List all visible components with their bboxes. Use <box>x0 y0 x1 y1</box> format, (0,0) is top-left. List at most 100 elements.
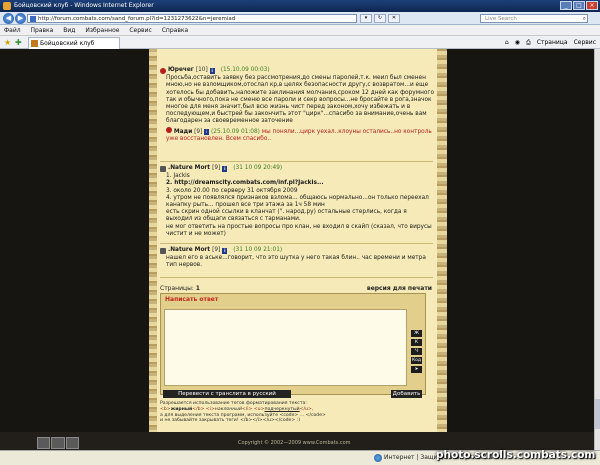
post-body: нашел его в аське...говорит, что это шут… <box>166 255 426 269</box>
tab-bar: ★ ✚ Бойцовский клуб ⌂ ◉ ⎙ Страница Серви… <box>0 36 600 49</box>
watermark-text: photo.scrolls.combats.com <box>436 449 596 461</box>
formatting-rules: Разрешается использование тегов форматир… <box>160 401 432 424</box>
tab-label: Бойцовский клуб <box>40 40 95 47</box>
post-level: [10] <box>195 67 208 73</box>
post-author[interactable]: Юречег <box>168 67 194 74</box>
menu-item-file[interactable]: Файл <box>4 27 21 34</box>
menu-item-edit[interactable]: Правка <box>31 27 54 34</box>
info-icon[interactable]: i <box>222 165 228 172</box>
post-divider <box>160 243 433 244</box>
close-button[interactable]: × <box>586 1 598 10</box>
page-icon <box>30 16 36 22</box>
counter-badge[interactable] <box>37 437 79 449</box>
counter-cell <box>51 437 65 449</box>
globe-icon <box>374 453 382 462</box>
address-text: http://forum.combats.com/sand_forum.pl?i… <box>38 16 236 22</box>
tab-fight-club[interactable]: Бойцовский клуб <box>28 37 120 49</box>
reply-buttons: Перевести с транслита в русский Добавить <box>160 390 426 398</box>
minimize-button[interactable]: _ <box>560 1 572 10</box>
page-footer: Copyright © 2002—2009 www.Combats.com <box>0 432 594 450</box>
copyright-text: Copyright © 2002—2009 www.Combats.com <box>238 440 351 446</box>
scrollbar-thumb[interactable] <box>595 399 600 429</box>
page-number-current[interactable]: 1 <box>196 285 200 292</box>
stop-icon[interactable]: ✕ <box>388 14 400 23</box>
page-viewport: Юречег [10] i (15.10.09 00:03) Просьба,о… <box>0 49 594 450</box>
search-icon[interactable]: ⌕ <box>583 15 586 23</box>
post-line: 4. утром не появлялся признаков взлома..… <box>166 194 429 209</box>
post-link[interactable]: 2. http://dreamscity.combats.com/inf.pl?… <box>166 180 435 187</box>
reply-form-title: Написать ответ <box>165 296 219 303</box>
forum-post: .Nature Mort [9] i (31 10 09 21:01) наше… <box>160 247 435 270</box>
rules-line: и не забывайте закрывать теги! </b></i><… <box>160 418 301 424</box>
search-input[interactable]: Live Search ⌕ <box>480 14 588 23</box>
ie-icon <box>3 2 11 10</box>
clan-icon <box>166 126 172 133</box>
window-titlebar: Бойцовский клуб - Windows Internet Explo… <box>0 0 600 12</box>
code-format-button[interactable]: Код <box>411 357 422 364</box>
underline-format-button[interactable]: Ч <box>411 348 422 355</box>
add-favorite-icon[interactable]: ✚ <box>15 38 24 47</box>
menu-item-view[interactable]: Вид <box>63 27 75 34</box>
post-line: 1. Jackis <box>166 173 190 180</box>
reply-textarea[interactable] <box>164 309 407 386</box>
forum-post: .Nature Mort [9] i (31 10 09 20:49) 1. J… <box>160 165 435 238</box>
submit-button[interactable]: Добавить <box>391 390 422 398</box>
address-field[interactable]: http://forum.combats.com/sand_forum.pl?i… <box>27 14 357 23</box>
favorites-star-icon[interactable]: ★ <box>4 38 13 47</box>
info-icon[interactable]: i <box>222 247 228 254</box>
vertical-scrollbar[interactable] <box>594 49 600 450</box>
home-icon[interactable]: ⌂ <box>505 36 509 49</box>
refresh-icon[interactable]: ↻ <box>374 14 386 23</box>
post-line: 3. около 20.00 по серверу 31 октября 200… <box>166 187 298 194</box>
reply-date: (25.10.09 01:08) <box>211 128 260 135</box>
print-icon[interactable]: ⎙ <box>526 36 531 49</box>
info-icon[interactable]: i <box>209 67 215 74</box>
post-date: (15.10.09 00:03) <box>220 67 270 73</box>
post-level: [9] <box>212 165 221 171</box>
site-favicon-icon <box>31 40 38 47</box>
clan-icon <box>160 67 166 74</box>
counter-cell <box>65 437 79 449</box>
search-placeholder: Live Search <box>485 16 517 22</box>
post-date: (31 10 09 20:49) <box>233 165 283 171</box>
window-title: Бойцовский клуб - Windows Internet Explo… <box>14 2 154 9</box>
counter-cell <box>37 437 51 449</box>
forward-button[interactable]: ▶ <box>15 13 26 24</box>
menu-item-tools[interactable]: Сервис <box>129 27 151 34</box>
post-body: Просьба,оставить заявку без рассмотрения… <box>166 75 434 125</box>
address-toolbar: ◀ ▶ http://forum.combats.com/sand_forum.… <box>0 12 600 25</box>
reply-form: Написать ответ Ж К Ч Код ➤ <box>160 293 426 395</box>
pages-label: Страницы: <box>160 285 194 292</box>
maximize-button[interactable]: □ <box>573 1 585 10</box>
parchment-edge-right <box>437 49 447 432</box>
dropdown-icon[interactable]: ▾ <box>360 14 372 23</box>
post-date: (31 10 09 21:01) <box>233 247 283 253</box>
post-divider <box>160 161 433 162</box>
arrow-format-button[interactable]: ➤ <box>411 366 422 373</box>
translit-button[interactable]: Перевести с транслита в русский <box>163 390 291 398</box>
feed-icon[interactable]: ◉ <box>515 36 520 49</box>
menu-item-help[interactable]: Справка <box>162 27 188 34</box>
menu-item-favorites[interactable]: Избранное <box>85 27 119 34</box>
post-level: [9] <box>212 247 221 253</box>
post-author[interactable]: .Nature Mort <box>168 165 210 172</box>
moderator-reply: Мади [9] i (25.10.09 01:08) мы поняли...… <box>160 126 435 143</box>
tools-menu[interactable]: Сервис <box>574 36 596 49</box>
reply-author[interactable]: Мади <box>174 129 192 135</box>
forum-post: Юречег [10] i (15.10.09 00:03) Просьба,о… <box>160 67 435 143</box>
menu-bar: Файл Правка Вид Избранное Сервис Справка <box>0 25 600 36</box>
post-body: 1. Jackis 2. http://dreamscity.combats.c… <box>160 173 435 238</box>
print-version-link[interactable]: версия для печати <box>367 285 432 292</box>
post-author[interactable]: .Nature Mort <box>168 247 210 254</box>
italic-format-button[interactable]: К <box>411 339 422 346</box>
post-line: есть скрин одной ссылки в кланчат (". на… <box>166 209 407 223</box>
pagination: Страницы: 1 версия для печати <box>160 285 432 292</box>
back-button[interactable]: ◀ <box>3 13 14 24</box>
align-icon <box>160 165 166 172</box>
bold-format-button[interactable]: Ж <box>411 330 422 337</box>
info-icon[interactable]: i <box>204 128 210 135</box>
page-menu[interactable]: Страница <box>537 36 568 49</box>
post-line: не мог ответить на простые вопросы про к… <box>166 223 432 237</box>
align-icon <box>160 247 166 254</box>
reply-level: [9] <box>194 128 203 135</box>
